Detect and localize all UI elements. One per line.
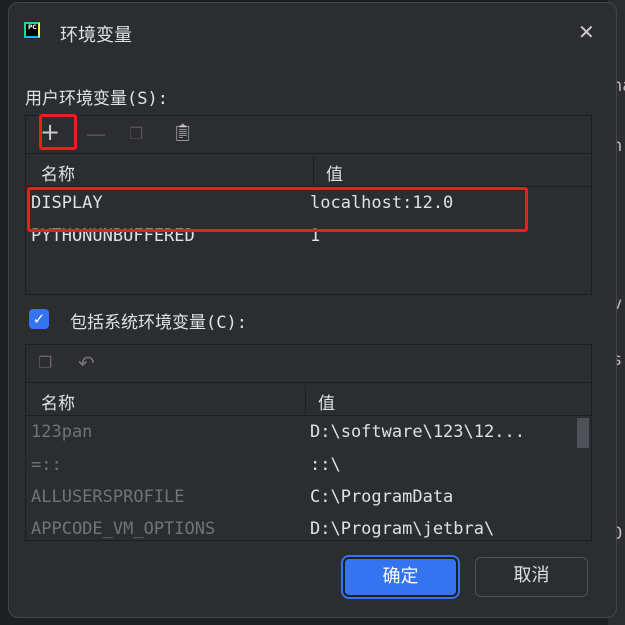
copy-icon[interactable]: ❐ xyxy=(129,124,143,143)
column-value[interactable]: 值 xyxy=(326,160,343,185)
include-system-vars-checkbox[interactable]: ✓ xyxy=(29,309,49,329)
dialog-title: 环境变量 xyxy=(60,25,132,46)
user-vars-label: 用户环境变量(S): xyxy=(25,89,168,109)
var-value: D:\software\123\12... xyxy=(310,422,525,442)
var-value: D:\Program\jetbra\ xyxy=(310,519,495,539)
system-vars-toolbar: ❐ ↶ xyxy=(26,345,591,383)
cancel-button[interactable]: 取消 xyxy=(475,557,588,597)
system-vars-list: 123pan D:\software\123\12... =::::\ ALLUS… xyxy=(26,416,591,540)
var-name: =:: xyxy=(31,455,62,475)
close-icon[interactable]: ✕ xyxy=(578,20,595,44)
table-row[interactable]: APPCODE_VM_OPTIONS D:\Program\jetbra\ xyxy=(26,513,591,540)
user-vars-toolbar: + — ❐ 📋︎ xyxy=(26,116,591,154)
copy-icon[interactable]: ❐ xyxy=(38,353,52,372)
table-row[interactable]: ALLUSERSPROFILE C:\ProgramData xyxy=(26,481,591,513)
table-row[interactable]: 123pan D:\software\123\12... xyxy=(26,416,591,449)
var-value: ::\ xyxy=(310,455,341,475)
ok-button[interactable]: 确定 xyxy=(343,557,458,597)
column-value[interactable]: 值 xyxy=(318,389,335,414)
column-name[interactable]: 名称 xyxy=(41,389,75,414)
var-name: ALLUSERSPROFILE xyxy=(31,487,185,507)
table-header: 名称 值 xyxy=(26,154,591,187)
highlight-box xyxy=(39,114,77,150)
system-vars-panel: ❐ ↶ 名称 值 123pan D:\software\123\12... =::… xyxy=(25,344,592,541)
undo-icon[interactable]: ↶ xyxy=(78,351,95,375)
var-name: APPCODE_VM_OPTIONS xyxy=(31,519,216,539)
var-name: 123pan xyxy=(31,422,93,442)
include-system-vars-label[interactable]: 包括系统环境变量(C): xyxy=(70,308,247,333)
column-divider[interactable] xyxy=(305,386,306,414)
column-divider[interactable] xyxy=(313,157,314,185)
table-header: 名称 值 xyxy=(26,383,591,416)
remove-icon[interactable]: — xyxy=(86,122,106,146)
var-value: C:\ProgramData xyxy=(310,487,454,507)
column-name[interactable]: 名称 xyxy=(41,160,75,185)
highlight-box xyxy=(27,187,528,232)
pycharm-logo-icon: PC xyxy=(24,22,40,38)
paste-icon[interactable]: 📋︎ xyxy=(172,123,194,143)
table-row[interactable]: =::::\ xyxy=(26,449,591,481)
